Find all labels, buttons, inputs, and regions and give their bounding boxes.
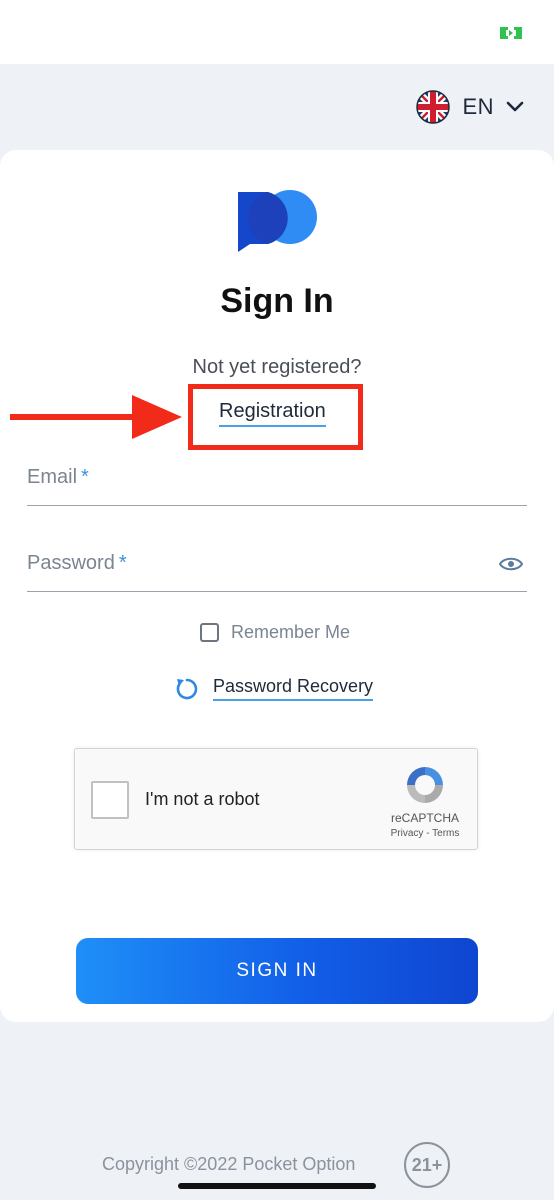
chevron-down-icon — [506, 101, 524, 112]
password-field[interactable]: Password * — [27, 536, 527, 592]
recaptcha-separator: - — [426, 828, 430, 839]
status-bar — [0, 0, 554, 64]
eye-icon[interactable] — [499, 556, 523, 572]
email-field[interactable]: Email * — [27, 450, 527, 506]
recaptcha-privacy-link[interactable]: Privacy — [391, 828, 424, 839]
sign-in-button[interactable]: SIGN IN — [76, 938, 478, 1004]
battery-charging-icon — [500, 27, 522, 39]
recaptcha-brand: reCAPTCHA — [390, 811, 459, 825]
recaptcha-logo-icon — [407, 767, 443, 803]
email-label: Email * — [27, 466, 89, 488]
required-mark: * — [118, 552, 127, 574]
recaptcha-widget: I'm not a robot reCAPTCHA Privacy - Term… — [74, 748, 478, 850]
language-label: EN — [462, 94, 494, 119]
remember-me-label: Remember Me — [231, 622, 351, 642]
recaptcha-links: Privacy - Terms — [375, 828, 475, 839]
not-registered-text: Not yet registered? — [192, 356, 362, 378]
required-mark: * — [81, 466, 89, 488]
sign-in-card: Sign In Not yet registered? Registration… — [0, 150, 554, 1022]
password-recovery-label: Password Recovery — [213, 676, 374, 701]
password-recovery-link[interactable]: Password Recovery — [175, 676, 374, 701]
uk-flag-icon — [416, 90, 451, 124]
copyright-text: Copyright ©2022 Pocket Option — [102, 1154, 356, 1174]
pocket-option-logo — [238, 190, 317, 252]
red-arrow-right-icon — [10, 395, 182, 439]
remember-me-box[interactable] — [200, 623, 219, 642]
password-label: Password * — [27, 552, 127, 574]
home-indicator — [178, 1183, 376, 1189]
language-switcher[interactable]: EN — [416, 88, 524, 126]
page-title: Sign In — [220, 282, 334, 320]
recaptcha-terms-link[interactable]: Terms — [432, 828, 459, 839]
refresh-icon — [176, 678, 198, 699]
recaptcha-label: I'm not a robot — [145, 789, 260, 809]
annotation-highlight-box — [188, 384, 363, 450]
recaptcha-checkbox[interactable] — [91, 781, 129, 819]
remember-me-checkbox[interactable]: Remember Me — [200, 622, 350, 643]
age-badge: 21+ — [404, 1142, 450, 1188]
